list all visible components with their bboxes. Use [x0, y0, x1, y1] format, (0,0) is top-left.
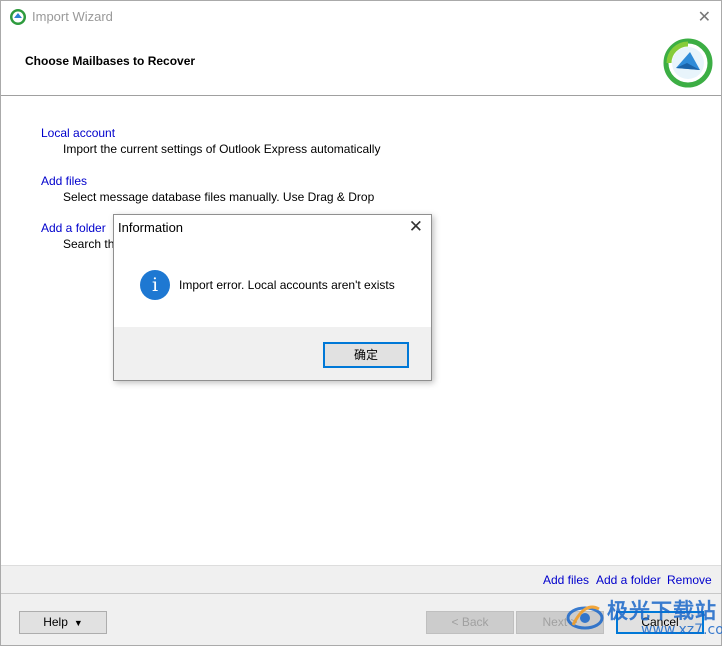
wizard-header: Choose Mailbases to Recover [1, 33, 721, 96]
button-bar: Help ▼ < Back Next > Cancel [1, 593, 721, 645]
help-button-label: Help [43, 615, 68, 629]
add-folder-link[interactable]: Add a folder [41, 221, 121, 235]
dialog-close-icon[interactable]: ✕ [409, 217, 423, 237]
local-account-description: Import the current settings of Outlook E… [63, 142, 381, 156]
local-account-link[interactable]: Local account [41, 126, 380, 140]
option-local-account: Local account Import the current setting… [41, 126, 380, 156]
footer-add-files-link[interactable]: Add files [543, 573, 589, 587]
help-button[interactable]: Help ▼ [19, 611, 107, 634]
import-wizard-window: Import Wizard ✕ Choose Mailbases to Reco… [0, 0, 722, 646]
next-button[interactable]: Next > [516, 611, 604, 634]
add-files-link[interactable]: Add files [41, 174, 374, 188]
dialog-body: i Import error. Local accounts aren't ex… [114, 247, 431, 327]
mail-envelope-icon [663, 38, 713, 88]
dialog-message: Import error. Local accounts aren't exis… [179, 278, 395, 292]
add-files-description: Select message database files manually. … [63, 190, 375, 204]
dialog-footer: 确定 [114, 327, 431, 380]
dropdown-arrow-icon: ▼ [73, 618, 83, 628]
info-icon: i [140, 270, 170, 300]
ok-button[interactable]: 确定 [323, 342, 409, 368]
window-close-icon[interactable]: ✕ [698, 7, 711, 27]
page-title: Choose Mailbases to Recover [25, 54, 196, 68]
dialog-title: Information [118, 220, 184, 235]
footer-add-folder-link[interactable]: Add a folder [596, 573, 661, 587]
footer-links-bar: Add files Add a folder Remove [1, 565, 721, 593]
window-title: Import Wizard [32, 9, 113, 24]
back-button[interactable]: < Back [426, 611, 514, 634]
option-add-files: Add files Select message database files … [41, 174, 374, 204]
app-icon [10, 9, 26, 25]
information-dialog: Information ✕ i Import error. Local acco… [113, 214, 432, 381]
cancel-button[interactable]: Cancel [616, 611, 704, 634]
option-add-folder: Add a folder Search the [41, 221, 121, 251]
title-bar: Import Wizard ✕ [1, 1, 721, 33]
footer-remove-link[interactable]: Remove [667, 573, 712, 587]
